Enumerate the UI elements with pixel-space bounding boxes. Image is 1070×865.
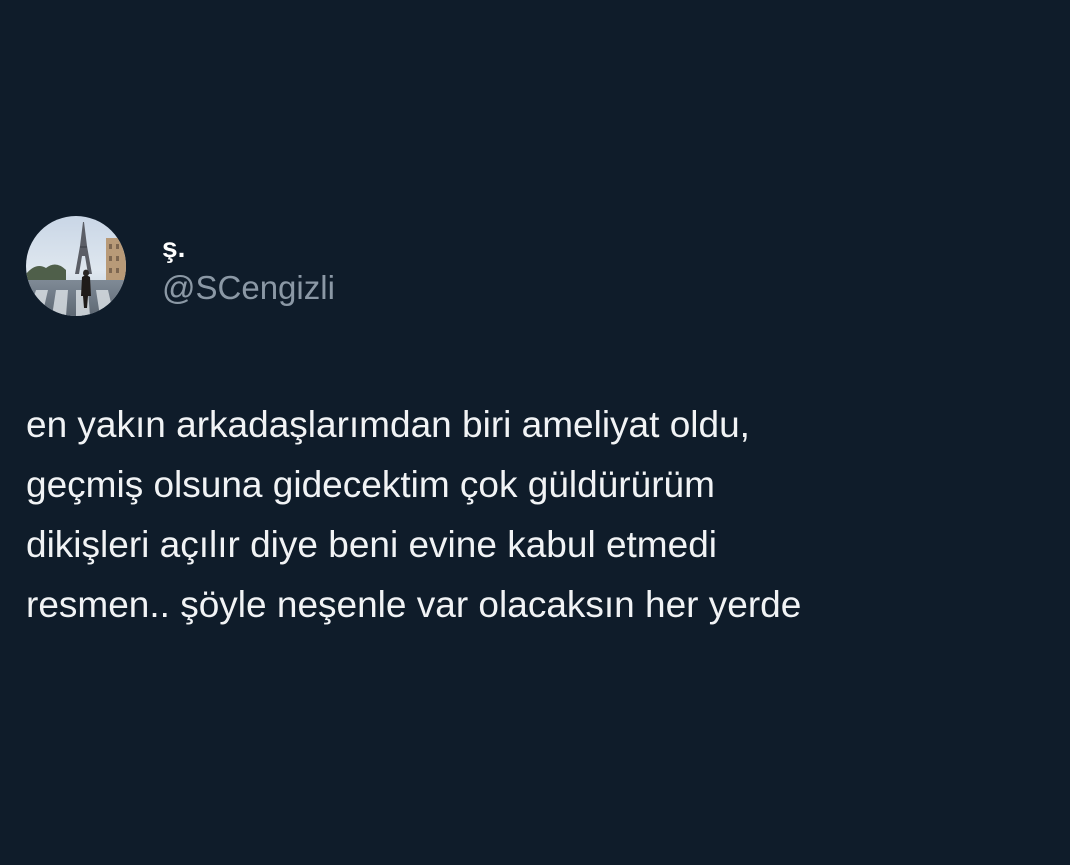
tweet-text: en yakın arkadaşlarımdan biri ameliyat o… [26,404,802,625]
tweet-header: ş. @SCengizli [26,216,1026,316]
tweet-card: ş. @SCengizli en yakın arkadaşlarımdan b… [26,216,1026,635]
user-handle[interactable]: @SCengizli [162,268,335,308]
user-names: ş. @SCengizli [162,232,335,308]
avatar[interactable] [26,216,126,316]
avatar-photo-icon [26,216,126,316]
display-name[interactable]: ş. [162,232,335,264]
